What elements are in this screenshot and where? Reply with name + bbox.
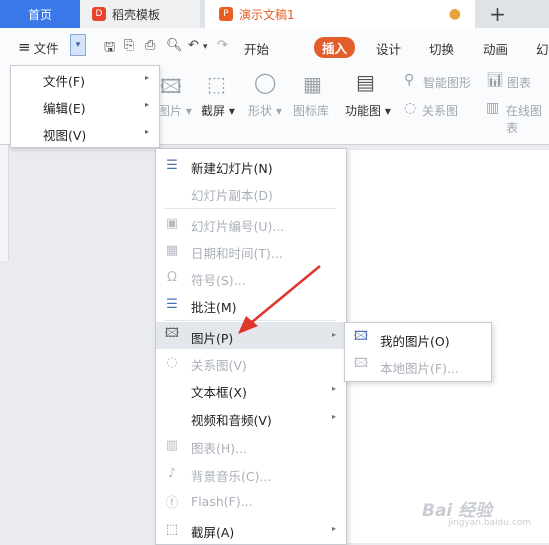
arrow-shaft	[251, 265, 321, 323]
watermark-sub: jingyan.baidu.com	[448, 518, 532, 528]
annotation-arrow	[238, 265, 321, 334]
